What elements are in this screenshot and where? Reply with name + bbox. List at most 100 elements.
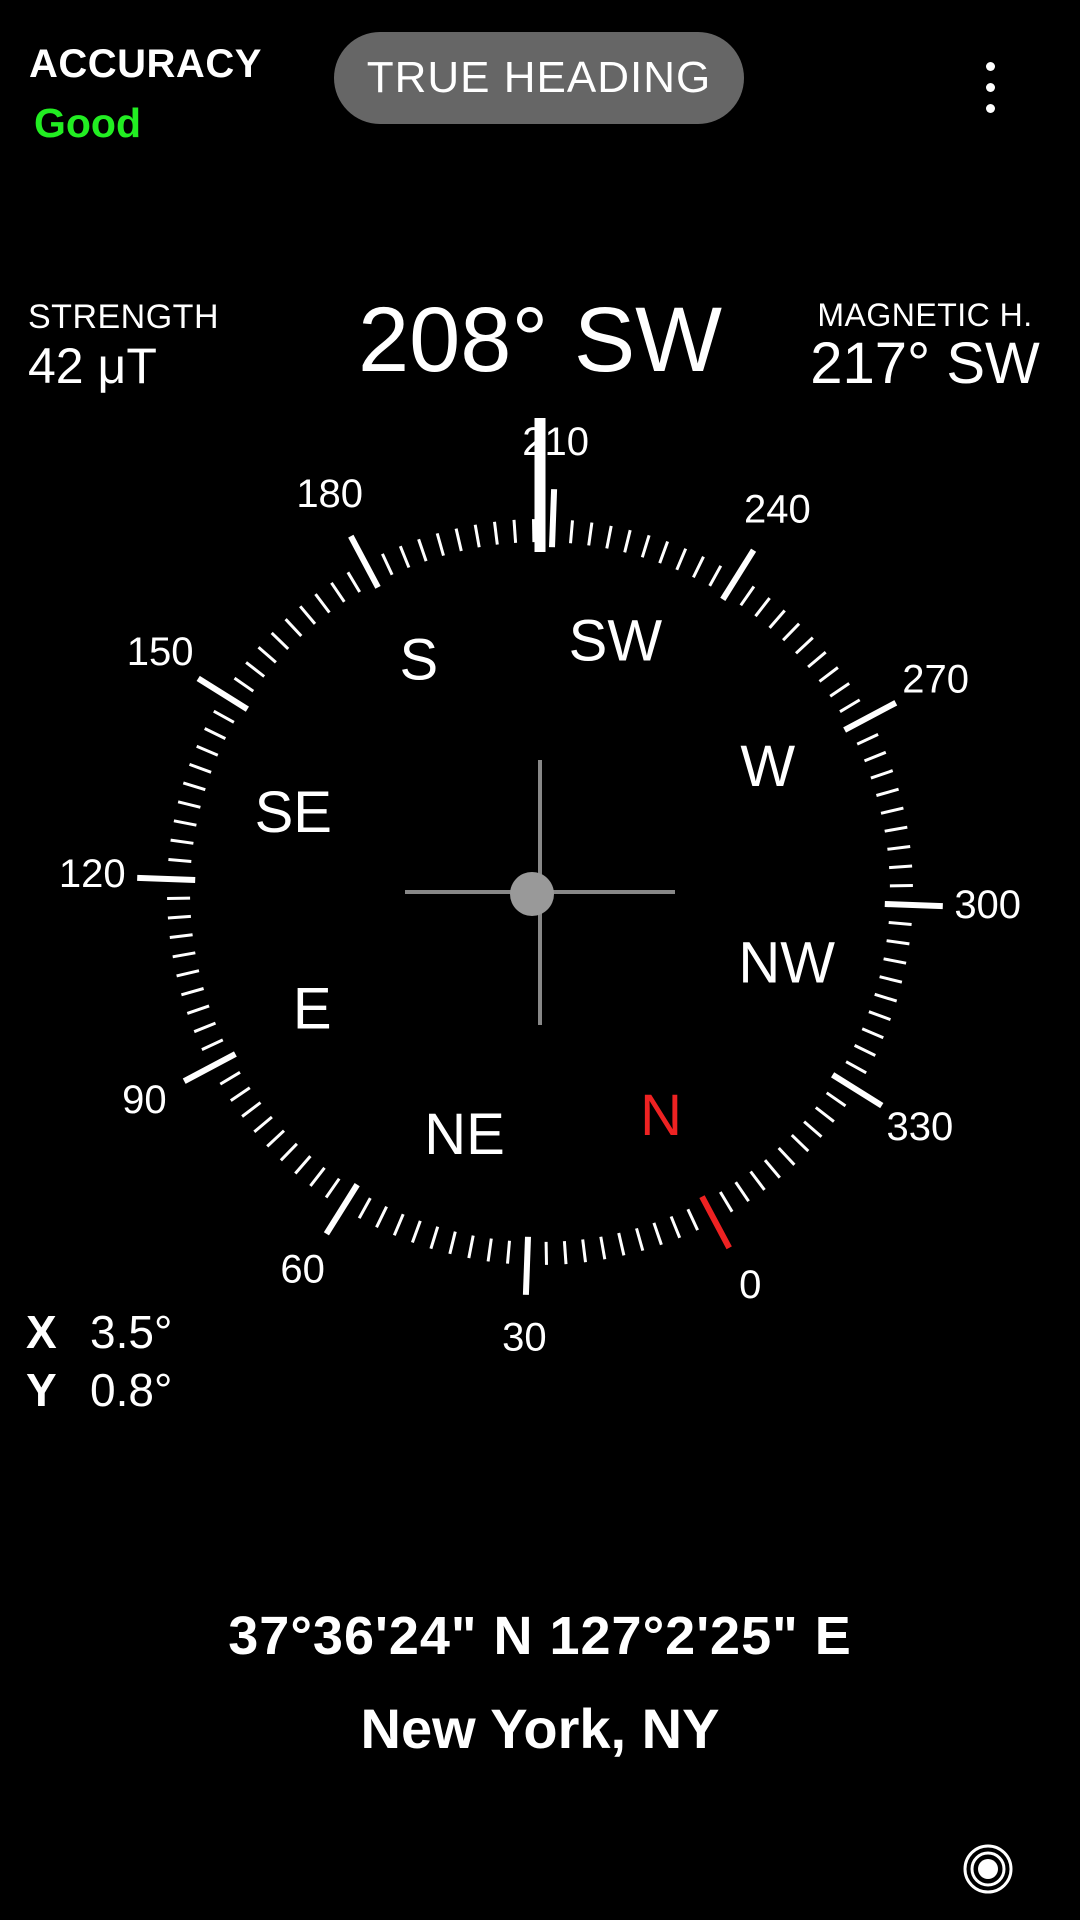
degree-label: 90 — [122, 1078, 167, 1122]
direction-label-s: S — [400, 628, 439, 693]
minor-tick — [299, 605, 317, 625]
minor-tick — [473, 524, 481, 548]
direction-label-sw: SW — [569, 609, 663, 674]
minor-tick — [749, 1170, 766, 1191]
minor-tick — [180, 987, 205, 997]
direction-label-n: N — [640, 1083, 682, 1148]
minor-tick — [888, 921, 912, 926]
minor-tick — [886, 939, 910, 946]
minor-tick — [167, 914, 192, 920]
minor-tick — [807, 651, 827, 669]
degree-label: 150 — [127, 630, 194, 674]
minor-tick — [825, 1091, 847, 1108]
minor-tick — [324, 1177, 341, 1199]
tilt-x: X 3.5° — [26, 1305, 172, 1359]
degree-label: 120 — [59, 852, 126, 896]
location-name: New York, NY — [360, 1697, 720, 1760]
minor-tick — [635, 1227, 645, 1252]
minor-tick — [875, 787, 900, 797]
minor-tick — [818, 666, 839, 683]
minor-tick — [357, 1197, 372, 1219]
minor-tick — [506, 1240, 511, 1264]
minor-tick — [375, 1205, 388, 1228]
degree-label: 240 — [744, 488, 811, 532]
tilt-y-label: Y — [26, 1364, 57, 1416]
minor-tick — [201, 1038, 224, 1051]
true-heading-button[interactable]: TRUE HEADING — [334, 32, 744, 124]
minor-tick — [279, 1142, 298, 1162]
tilt-x-value: 3.5° — [90, 1306, 173, 1358]
minor-tick — [182, 781, 206, 792]
minor-tick — [874, 992, 898, 1003]
minor-tick — [448, 1231, 457, 1255]
tilt-y: Y 0.8° — [26, 1363, 172, 1417]
target-icon[interactable] — [962, 1843, 1014, 1895]
minor-tick — [512, 519, 518, 544]
minor-tick — [257, 646, 277, 664]
compass-dial: 0 30 60 90 120 150 180 210 240 270 300 330 N NE E SE S S… — [59, 418, 1021, 1359]
major-tick — [843, 700, 898, 733]
strength-label: STRENGTH — [28, 298, 219, 336]
minor-tick — [839, 698, 861, 713]
minor-tick — [777, 1146, 796, 1166]
minor-tick — [569, 520, 574, 544]
minor-tick — [172, 951, 196, 959]
minor-tick — [623, 529, 632, 553]
more-vert-icon[interactable] — [970, 62, 1010, 132]
minor-tick — [790, 1134, 810, 1153]
minor-tick — [652, 1222, 663, 1246]
minor-tick — [169, 933, 193, 939]
minor-tick — [856, 733, 879, 746]
minor-tick — [763, 1159, 781, 1179]
minor-tick — [686, 1208, 699, 1231]
minor-tick — [177, 800, 201, 809]
minor-tick — [853, 1044, 876, 1057]
major-tick — [137, 874, 196, 883]
minor-tick — [814, 1106, 835, 1123]
minor-tick — [309, 1166, 326, 1187]
degree-label: 210 — [522, 420, 589, 464]
minor-tick — [708, 565, 723, 587]
minor-tick — [266, 1129, 286, 1148]
minor-tick — [782, 622, 801, 642]
minor-tick — [486, 1238, 493, 1262]
minor-tick — [193, 1021, 217, 1034]
minor-tick — [675, 548, 688, 571]
minor-tick — [168, 858, 192, 863]
degree-label: 0 — [739, 1263, 761, 1307]
direction-label-se: SE — [255, 780, 332, 845]
minor-tick — [587, 522, 594, 546]
minor-tick — [467, 1235, 475, 1259]
minor-tick — [346, 571, 361, 593]
level-bubble — [510, 872, 554, 916]
degree-label: 60 — [280, 1247, 325, 1291]
minor-tick — [204, 727, 227, 740]
degree-label: 270 — [902, 657, 969, 701]
minor-tick — [884, 825, 908, 833]
minor-tick — [669, 1215, 682, 1239]
minor-tick — [845, 1060, 867, 1075]
minor-tick — [493, 521, 499, 545]
minor-tick — [829, 682, 851, 698]
minor-tick — [599, 1236, 607, 1260]
minor-tick — [658, 540, 670, 564]
minor-tick — [754, 597, 771, 618]
heading-readout: 208° SW — [357, 289, 723, 391]
minor-tick — [803, 1120, 823, 1138]
minor-tick — [196, 744, 219, 757]
minor-tick — [241, 1101, 262, 1118]
minor-tick — [454, 528, 463, 552]
degree-label: 300 — [954, 883, 1021, 927]
direction-label-w: W — [740, 734, 795, 799]
accuracy-label: ACCURACY — [29, 42, 262, 86]
minor-tick — [888, 864, 913, 870]
minor-tick — [253, 1115, 273, 1133]
minor-tick — [176, 969, 200, 978]
tilt-y-value: 0.8° — [90, 1364, 173, 1416]
minor-tick — [562, 1240, 568, 1265]
minor-tick — [233, 676, 255, 693]
magnetic-heading-label: MAGNETIC H. — [817, 297, 1033, 333]
minor-tick — [398, 545, 411, 569]
minor-tick — [880, 806, 904, 815]
minor-tick — [863, 750, 887, 763]
